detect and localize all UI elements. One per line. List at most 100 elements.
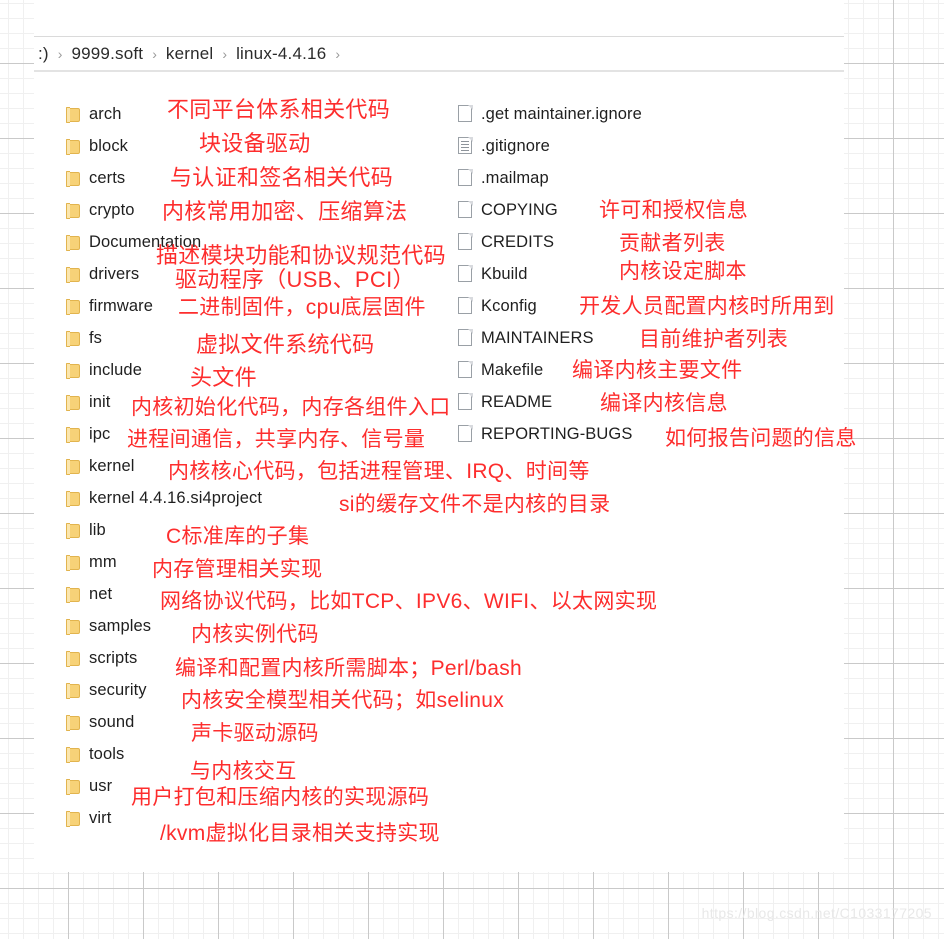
folder-icon <box>66 394 81 411</box>
folder-icon <box>66 522 81 539</box>
folder-icon <box>66 298 81 315</box>
folder-row[interactable]: include <box>66 354 466 386</box>
file-row[interactable]: .gitignore <box>458 130 838 162</box>
folder-name: crypto <box>89 200 135 219</box>
folder-icon <box>66 362 81 379</box>
chevron-right-icon: › <box>57 45 63 62</box>
red-annotation: 块设备驱动 <box>199 131 311 156</box>
folder-icon <box>66 778 81 795</box>
file-name: .get maintainer.ignore <box>481 104 642 123</box>
folder-name: firmware <box>89 296 154 315</box>
file-icon <box>458 105 473 123</box>
file-name: COPYING <box>481 200 558 219</box>
watermark: https://blog.csdn.net/C1033177205 <box>701 905 932 921</box>
red-annotation: 开发人员配置内核时所用到 <box>579 295 835 318</box>
file-name: Kconfig <box>481 296 537 315</box>
red-annotation: 声卡驱动源码 <box>191 722 319 745</box>
file-icon <box>458 361 473 379</box>
red-annotation: 头文件 <box>190 365 257 390</box>
red-annotation: 描述模块功能和协议规范代码 <box>156 243 446 268</box>
file-name: README <box>481 392 553 411</box>
red-annotation: 用户打包和压缩内核的实现源码 <box>131 786 430 809</box>
red-annotation: si的缓存文件不是内核的目录 <box>339 493 611 516</box>
folder-name: drivers <box>89 264 140 283</box>
folder-name: kernel <box>89 456 135 475</box>
red-annotation: 内核安全模型相关代码；如selinux <box>181 689 505 712</box>
red-annotation: /kvm虚拟化目录相关支持实现 <box>160 822 440 845</box>
red-annotation: 如何报告问题的信息 <box>665 427 857 450</box>
red-annotation: 内核设定脚本 <box>619 260 747 283</box>
file-name: MAINTAINERS <box>481 328 594 347</box>
folder-name: ipc <box>89 424 111 443</box>
folder-name: virt <box>89 808 112 827</box>
file-icon <box>458 297 473 315</box>
folder-name: security <box>89 680 147 699</box>
folder-icon <box>66 266 81 283</box>
folder-icon <box>66 138 81 155</box>
red-annotation: 编译内核信息 <box>600 392 728 415</box>
file-name: .gitignore <box>481 136 550 155</box>
red-annotation: 内核初始化代码，内存各组件入口 <box>131 396 451 419</box>
folder-name: sound <box>89 712 135 731</box>
folder-name: fs <box>89 328 103 347</box>
red-annotation: 目前维护者列表 <box>639 328 789 351</box>
breadcrumb-item-1[interactable]: 9999.soft <box>71 44 143 64</box>
red-annotation: 内核核心代码，包括进程管理、IRQ、时间等 <box>168 460 590 483</box>
folder-icon <box>66 106 81 123</box>
file-name: Kbuild <box>481 264 528 283</box>
red-annotation: 许可和授权信息 <box>599 199 749 222</box>
folder-name: kernel 4.4.16.si4project <box>89 488 262 507</box>
folder-name: init <box>89 392 111 411</box>
file-icon <box>458 169 473 187</box>
red-annotation: 与内核交互 <box>190 760 297 783</box>
red-annotation: 内存管理相关实现 <box>152 558 323 581</box>
chevron-right-icon: › <box>222 45 228 62</box>
chevron-right-icon: › <box>335 45 341 62</box>
red-annotation: 虚拟文件系统代码 <box>196 332 375 357</box>
folder-icon <box>66 746 81 763</box>
folder-name: mm <box>89 552 117 571</box>
file-icon <box>458 201 473 219</box>
file-icon <box>458 265 473 283</box>
text-file-icon <box>458 137 473 155</box>
breadcrumb-item-2[interactable]: kernel <box>166 44 214 64</box>
breadcrumb-item-0[interactable]: :) <box>38 44 49 64</box>
folder-icon <box>66 458 81 475</box>
folder-name: scripts <box>89 648 138 667</box>
file-row[interactable]: .mailmap <box>458 162 838 194</box>
folder-icon <box>66 234 81 251</box>
folder-name: usr <box>89 776 113 795</box>
folder-icon <box>66 170 81 187</box>
folder-name: net <box>89 584 113 603</box>
red-annotation: 与认证和签名相关代码 <box>170 165 394 190</box>
folder-icon <box>66 330 81 347</box>
file-name: .mailmap <box>481 168 549 187</box>
folder-name: arch <box>89 104 122 123</box>
folder-name: block <box>89 136 129 155</box>
folder-icon <box>66 586 81 603</box>
file-icon <box>458 233 473 251</box>
red-annotation: 二进制固件，cpu底层固件 <box>178 296 426 319</box>
folder-icon <box>66 490 81 507</box>
file-name: CREDITS <box>481 232 555 251</box>
folder-icon <box>66 682 81 699</box>
file-name: REPORTING-BUGS <box>481 424 633 443</box>
file-icon <box>458 329 473 347</box>
red-annotation: C标准库的子集 <box>166 525 310 548</box>
file-icon <box>458 393 473 411</box>
folder-name: certs <box>89 168 126 187</box>
breadcrumb-item-3[interactable]: linux-4.4.16 <box>236 44 326 64</box>
folder-name: lib <box>89 520 106 539</box>
folder-icon <box>66 714 81 731</box>
folder-icon <box>66 810 81 827</box>
folder-icon <box>66 202 81 219</box>
folder-icon <box>66 650 81 667</box>
red-annotation: 进程间通信，共享内存、信号量 <box>127 428 426 451</box>
folder-icon <box>66 426 81 443</box>
file-row[interactable]: .get maintainer.ignore <box>458 98 838 130</box>
folder-name: samples <box>89 616 152 635</box>
file-icon <box>458 425 473 443</box>
file-name: Makefile <box>481 360 544 379</box>
red-annotation: 内核实例代码 <box>191 623 319 646</box>
breadcrumb[interactable]: :) › 9999.soft › kernel › linux-4.4.16 › <box>34 36 844 72</box>
